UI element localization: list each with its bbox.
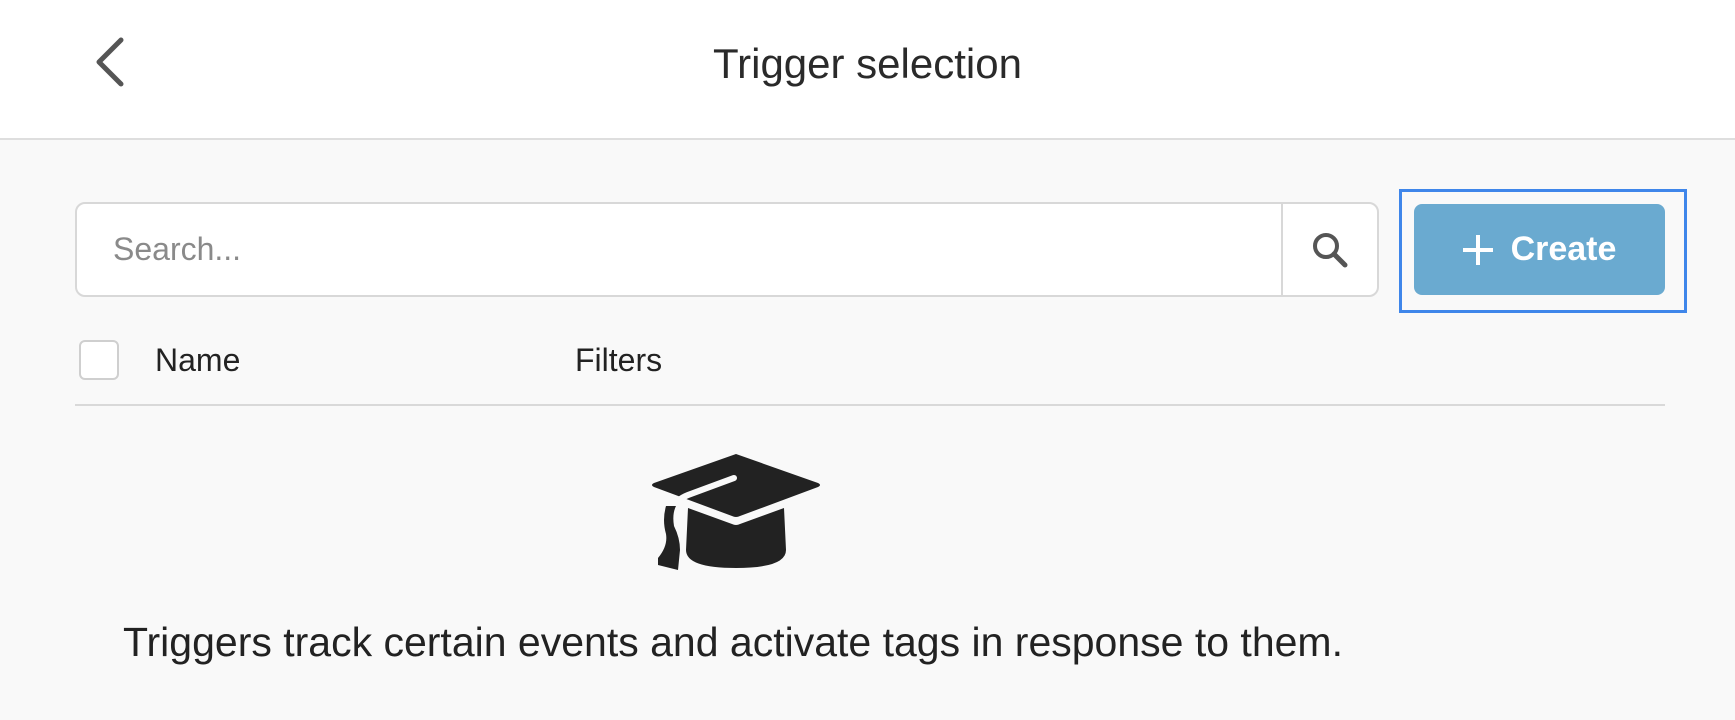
plus-icon [1462,234,1493,265]
column-header-filters[interactable]: Filters [575,340,662,380]
page-title: Trigger selection [713,40,1022,87]
graduation-cap-icon [652,454,820,570]
search-icon [1313,232,1348,267]
column-header-name[interactable]: Name [155,340,240,380]
empty-state-message: Triggers track certain events and activa… [123,619,1343,665]
create-button[interactable]: Create [1414,204,1665,295]
table-header: Name Filters [75,336,1665,406]
select-all-checkbox[interactable] [79,340,119,380]
search-box [75,202,1379,297]
search-input[interactable] [77,204,1281,295]
search-button[interactable] [1281,204,1377,295]
create-button-label: Create [1510,230,1617,268]
header-bar: Trigger selection [0,0,1735,140]
